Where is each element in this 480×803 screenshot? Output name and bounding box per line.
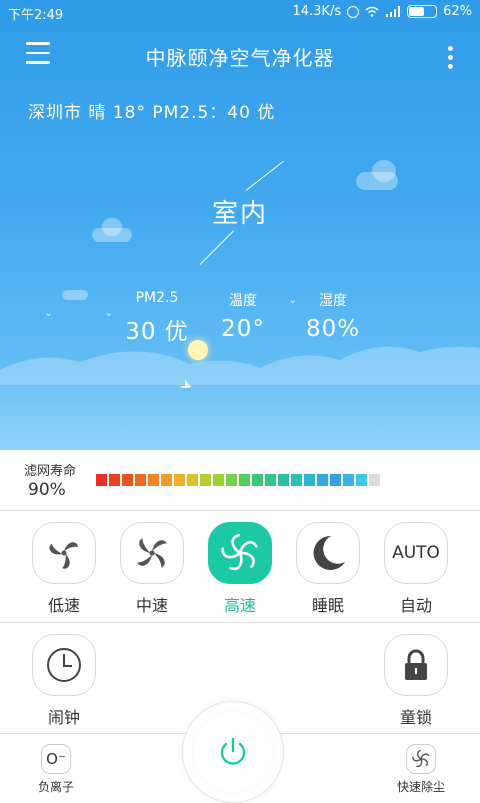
fan-icon (49, 542, 78, 569)
moon-icon (313, 535, 345, 570)
sleep-mode-label: 睡眠 (311, 596, 344, 615)
outdoor-weather: 深圳市 晴 18° PM2.5：40 优 (28, 103, 276, 123)
bird-decoration: ⌄ (44, 306, 54, 319)
status-time: 下午2:49 (8, 8, 64, 23)
filter-meter-segment (135, 474, 146, 486)
alarm-button[interactable]: 闹钟 (32, 634, 96, 728)
anion-label: 负离子 (37, 780, 74, 794)
high-speed-button[interactable]: 高速 (208, 522, 272, 616)
child-lock-button[interactable]: 童锁 (384, 634, 448, 728)
filter-life-percent: 90% (28, 480, 66, 500)
mid-speed-label: 中速 (135, 596, 168, 615)
boat-decoration (180, 380, 192, 388)
filter-meter-segment (96, 474, 107, 486)
filter-meter-segment (356, 474, 367, 486)
indoor-label: 室内 (211, 199, 268, 229)
low-speed-label: 低速 (47, 596, 80, 615)
quick-dust-label: 快速除尘 (396, 780, 445, 794)
filter-meter-segment (213, 474, 224, 486)
divider-line (245, 160, 285, 192)
filter-meter-segment (278, 474, 289, 486)
filter-meter-segment (252, 474, 263, 486)
status-bar: 下午2:49 14.3K/s 62% (0, 0, 480, 24)
fan-icon (137, 538, 167, 568)
signal-icon (386, 6, 401, 17)
power-icon (220, 737, 246, 765)
sun-decoration (188, 340, 208, 360)
divider-line (199, 230, 235, 266)
mid-speed-button[interactable]: 中速 (120, 522, 184, 616)
filter-meter-segment (109, 474, 120, 486)
high-speed-label: 高速 (223, 596, 256, 615)
network-speed: 14.3K/s (292, 4, 342, 19)
filter-meter-segment (187, 474, 198, 486)
horizon-hills (0, 346, 480, 390)
cloud-decoration (62, 290, 88, 300)
wifi-icon (365, 6, 379, 17)
section-divider (0, 622, 480, 623)
filter-life-label: 滤网寿命 (24, 464, 77, 479)
child-lock-label: 童锁 (399, 708, 432, 727)
battery-percent: 62% (443, 4, 472, 19)
lock-icon (405, 649, 427, 680)
temperature-label: 温度 (229, 293, 257, 309)
low-speed-button[interactable]: 低速 (32, 522, 96, 616)
fan-icon (412, 749, 430, 768)
app-title: 中脉颐净空气净化器 (145, 46, 335, 70)
app-bar: 中脉颐净空气净化器 (0, 24, 480, 88)
power-button[interactable] (182, 701, 284, 803)
filter-meter-segment (343, 474, 354, 486)
filter-life-meter (96, 474, 380, 486)
sync-icon (347, 5, 360, 18)
filter-meter-segment (265, 474, 276, 486)
cloud-decoration (372, 160, 396, 182)
sleep-mode-button[interactable]: 睡眠 (296, 522, 360, 616)
anion-icon: O⁻ (46, 750, 66, 768)
filter-meter-segment (304, 474, 315, 486)
filter-meter-segment (122, 474, 133, 486)
humidity-label: 湿度 (319, 293, 347, 309)
filter-meter-segment (369, 474, 380, 486)
filter-meter-segment (291, 474, 302, 486)
filter-meter-segment (200, 474, 211, 486)
fan-mode-row: 低速 中速 高速 睡眠 AUTO 自动 (0, 522, 480, 622)
filter-meter-segment (226, 474, 237, 486)
filter-life-panel: 滤网寿命 90% (0, 450, 480, 511)
battery-icon (407, 5, 438, 18)
sea-decoration (0, 385, 480, 450)
bird-decoration: ⌄ (288, 293, 298, 306)
clock-icon (47, 648, 81, 682)
filter-meter-segment (239, 474, 250, 486)
filter-meter-segment (330, 474, 341, 486)
air-quality-hero: 下午2:49 14.3K/s 62% 中脉颐净空气净化器 深圳市 晴 18° P… (0, 0, 480, 450)
bird-decoration: ⌄ (104, 306, 114, 319)
auto-icon: AUTO (392, 543, 440, 563)
fan-icon (221, 533, 258, 571)
auto-mode-label: 自动 (399, 596, 432, 615)
filter-meter-segment (317, 474, 328, 486)
anion-button[interactable]: O⁻ 负离子 (16, 744, 96, 795)
alarm-label: 闹钟 (47, 708, 80, 727)
auto-mode-button[interactable]: AUTO 自动 (384, 522, 448, 616)
more-options-icon[interactable] (448, 46, 454, 73)
pm25-label: PM2.5 (135, 290, 179, 306)
filter-meter-segment (174, 474, 185, 486)
quick-dust-button[interactable]: 快速除尘 (381, 744, 461, 795)
filter-meter-segment (161, 474, 172, 486)
filter-meter-segment (148, 474, 159, 486)
